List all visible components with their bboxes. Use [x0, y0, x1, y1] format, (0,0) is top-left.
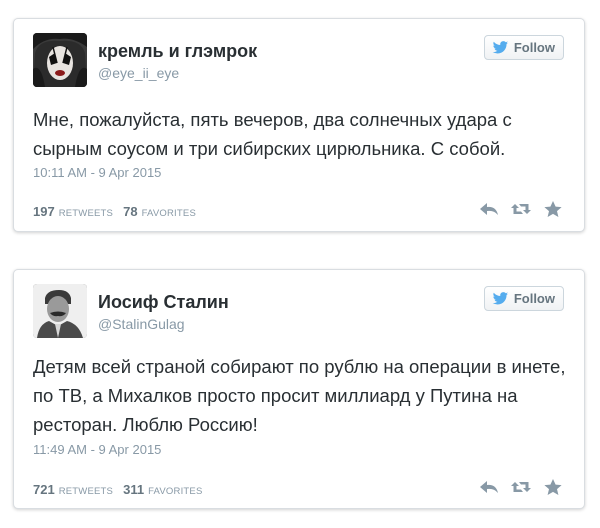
tweet-text: Детям всей страной собирают по рублю на … [33, 356, 566, 435]
avatar[interactable] [33, 284, 87, 338]
display-name[interactable]: Иосиф Сталин [98, 292, 229, 313]
reply-icon[interactable] [478, 200, 500, 218]
avatar[interactable] [33, 33, 87, 87]
favorite-label[interactable]: FAVORITES [148, 486, 202, 497]
retweet-icon[interactable] [510, 478, 532, 496]
tweet-stats: 197 RETWEETS 78 FAVORITES [33, 204, 206, 219]
follow-button[interactable]: Follow [483, 286, 564, 311]
twitter-bird-icon [492, 291, 509, 304]
tweet-stats: 721 RETWEETS 311 FAVORITES [33, 482, 213, 497]
timestamp[interactable]: 11:49 AM - 9 Apr 2015 [33, 442, 161, 457]
screen-name[interactable]: @eye_ii_eye [98, 65, 179, 81]
follow-button[interactable]: Follow [483, 35, 564, 60]
twitter-bird-icon [492, 40, 509, 53]
glam-rock-avatar-icon [33, 33, 87, 87]
favorite-star-icon[interactable] [542, 200, 564, 218]
screen-name[interactable]: @StalinGulag [98, 316, 185, 332]
tweet-text: Мне, пожалуйста, пять вечеров, два солне… [33, 109, 512, 159]
tweet-card: Иосиф Сталин @StalinGulag Follow Детям в… [13, 269, 585, 509]
follow-label: Follow [513, 291, 555, 306]
timestamp[interactable]: 10:11 AM - 9 Apr 2015 [33, 165, 161, 180]
reply-icon[interactable] [478, 478, 500, 496]
stalin-portrait-avatar-icon [33, 284, 87, 338]
favorite-star-icon[interactable] [542, 478, 564, 496]
tweet-actions [468, 478, 564, 496]
favorite-count[interactable]: 78 [123, 204, 137, 219]
tweet-card: кремль и глэмрок @eye_ii_eye Follow Мне,… [13, 18, 585, 232]
favorite-label[interactable]: FAVORITES [142, 208, 196, 219]
display-name[interactable]: кремль и глэмрок [98, 41, 257, 62]
follow-label: Follow [513, 40, 555, 55]
retweet-count[interactable]: 721 [33, 482, 55, 497]
retweet-icon[interactable] [510, 200, 532, 218]
retweet-label[interactable]: RETWEETS [59, 486, 113, 497]
retweet-count[interactable]: 197 [33, 204, 55, 219]
favorite-count[interactable]: 311 [123, 482, 144, 497]
tweet-actions [468, 200, 564, 218]
retweet-label[interactable]: RETWEETS [59, 208, 113, 219]
